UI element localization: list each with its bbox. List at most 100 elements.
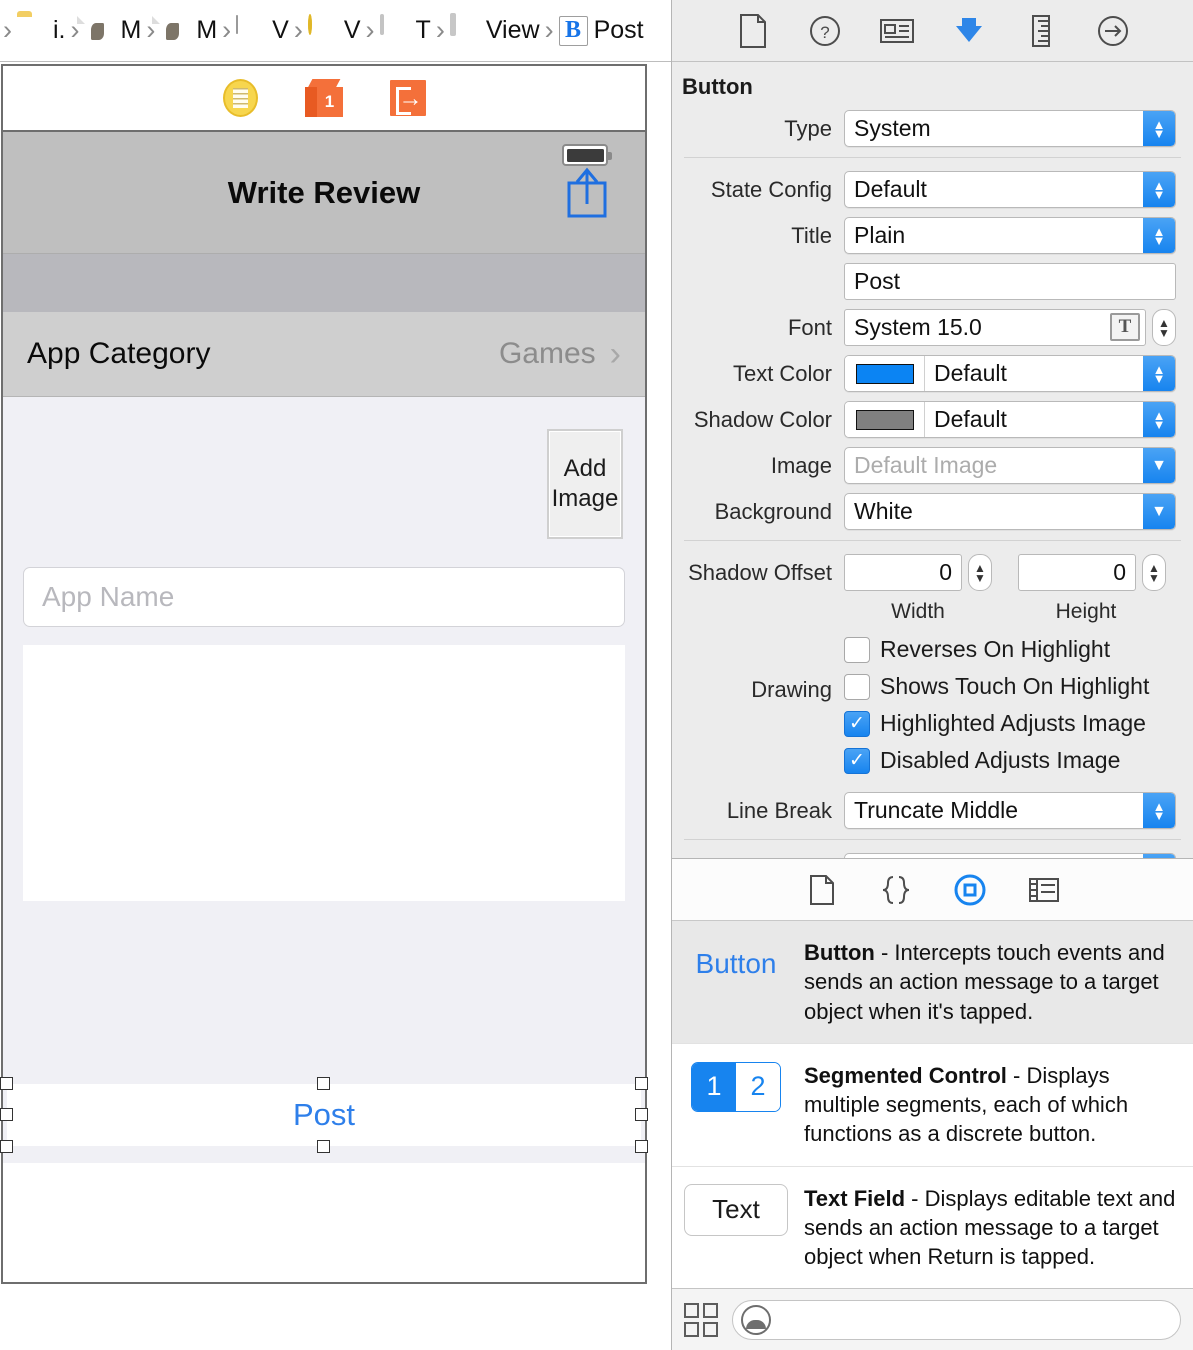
attributes-inspector: Button Type System ▲ ▼ State Config Defau… [672,62,1193,858]
resize-handle-bottom-center[interactable] [317,1140,330,1153]
image-combo[interactable]: Default Image ▼ [844,447,1176,484]
title-style-label: Title [791,222,832,248]
background-combo[interactable]: White ▼ [844,493,1176,530]
highlighted-adjusts-image-checkbox-row[interactable]: ✓ Highlighted Adjusts Image [844,710,1146,737]
library-footer [672,1288,1193,1350]
font-input[interactable]: System 15.0 T [844,309,1146,346]
navigation-bar[interactable]: Write Review [3,132,645,254]
object-library-tab[interactable] [950,870,990,910]
exit-dock-icon[interactable] [389,80,426,116]
font-label: Font [787,314,832,340]
breadcrumb-item-group-1[interactable]: M [83,0,144,61]
resize-handle-bottom-right[interactable] [635,1140,648,1153]
resize-handle-middle-right[interactable] [635,1108,648,1121]
editor-pane: › i. › M › M › V › V › T › View › B Post… [0,0,671,1350]
checkbox-checked-icon[interactable]: ✓ [844,710,870,737]
drawing-row-1: Reverses On Highlight [672,636,1193,669]
type-popup[interactable]: System ▲ ▼ [844,110,1176,147]
object-library-list[interactable]: Button Button - Intercepts touch events … [672,921,1193,1288]
breadcrumb-item-view-controller[interactable]: V [306,0,363,61]
breadcrumb-item-table-view[interactable]: T [378,0,433,61]
library-item-name: Segmented Control [804,1062,1007,1088]
color-swatch [855,409,914,430]
background-label: Background [714,498,832,524]
checkbox-checked-icon[interactable]: ✓ [844,747,870,774]
resize-handle-top-right[interactable] [635,1077,648,1090]
breadcrumb-item-group-2[interactable]: M [158,0,219,61]
view-controller-icon [307,13,338,46]
storyboard-canvas[interactable]: 1 Write Review App Category Game [0,64,648,1284]
title-text-input[interactable]: Post [844,263,1176,300]
type-value: System [854,115,931,141]
line-break-popup[interactable]: Truncate Middle ▲ ▼ [844,792,1176,829]
color-swatch [855,363,914,384]
code-snippet-library-tab[interactable] [876,870,916,910]
grid-view-icon[interactable] [684,1302,718,1337]
media-library-tab[interactable] [1024,870,1064,910]
chevron-updown-icon: ▲▼ [1143,356,1175,391]
library-item-text-field[interactable]: Text Text Field - Displays editable text… [672,1167,1193,1289]
breadcrumb-item-project[interactable]: i. [15,0,68,61]
type-label: Type [784,115,832,141]
app-name-input[interactable]: App Name [23,567,625,627]
resize-handle-top-center[interactable] [317,1077,330,1090]
state-config-value: Default [854,176,927,202]
state-config-row: State Config Default ▲ ▼ [672,171,1193,208]
breadcrumb-label: Post [593,16,644,44]
shadow-color-popup[interactable]: Default ▲ ▼ [844,401,1176,438]
text-color-popup[interactable]: Default ▲ ▼ [844,355,1176,392]
text-color-label: Text Color [732,360,832,386]
image-row: Image Default Image ▼ [672,447,1193,484]
app-category-cell[interactable]: App Category Games › [3,312,645,397]
file-template-library-tab[interactable] [802,870,842,910]
size-inspector-tab[interactable] [1019,9,1063,53]
resize-handle-top-left[interactable] [0,1077,13,1090]
chevron-updown-icon: ▲▼ [1143,172,1175,207]
drawing-row-2: Drawing Shows Touch On Highlight [672,673,1193,706]
library-item-button[interactable]: Button Button - Intercepts touch events … [672,921,1193,1044]
checkbox-icon[interactable] [844,673,870,700]
shows-touch-on-highlight-checkbox-row[interactable]: Shows Touch On Highlight [844,673,1149,700]
shadow-offset-width-stepper[interactable]: ▲ ▼ [968,554,992,591]
breadcrumb-item-button[interactable]: B Post [557,0,646,61]
xcode-window: › i. › M › M › V › V › T › View › B Post… [0,0,1193,1350]
connections-inspector-tab[interactable] [1091,9,1135,53]
state-config-popup[interactable]: Default ▲ ▼ [844,171,1176,208]
divider [684,540,1181,541]
review-text-view[interactable] [23,645,625,901]
edge-popup[interactable]: Content ▲▼ [844,853,1176,858]
reverses-on-highlight-checkbox-row[interactable]: Reverses On Highlight [844,636,1110,663]
text-color-swatch-well[interactable] [845,356,925,391]
share-icon[interactable] [564,167,610,219]
add-image-button[interactable]: Add Image [547,429,623,539]
identity-inspector-tab[interactable] [875,9,919,53]
disabled-adjusts-image-checkbox-row[interactable]: ✓ Disabled Adjusts Image [844,747,1120,774]
library-item-segmented-control[interactable]: 1 2 Segmented Control - Displays multipl… [672,1044,1193,1167]
font-picker-icon[interactable]: T [1110,313,1140,341]
resize-handle-bottom-left[interactable] [0,1140,13,1153]
attributes-inspector-tab[interactable] [947,9,991,53]
shadow-offset-width-input[interactable]: 0 [844,554,962,591]
font-size-stepper[interactable]: ▲ ▼ [1152,309,1176,346]
title-style-popup[interactable]: Plain ▲ ▼ [844,217,1176,254]
shadow-color-swatch-well[interactable] [845,402,925,437]
view-controller-dock-icon[interactable] [222,79,258,117]
library-search-input[interactable] [732,1299,1181,1340]
inspector-tab-bar: ? [672,0,1193,62]
segment-1-label: 1 [692,1062,736,1111]
shadow-offset-height-input[interactable]: 0 [1018,554,1136,591]
first-responder-dock-icon[interactable]: 1 [304,79,343,117]
breadcrumb-item-storyboard[interactable]: V [234,0,291,61]
quick-help-inspector-tab[interactable]: ? [803,9,847,53]
file-inspector-tab[interactable] [731,9,775,53]
folder-icon [17,16,47,46]
shadow-offset-height-stepper[interactable]: ▲ ▼ [1142,554,1166,591]
checkbox-icon[interactable] [844,636,870,663]
line-break-label: Line Break [726,797,832,823]
breadcrumb-item-view[interactable]: View [448,0,542,61]
resize-handle-middle-left[interactable] [0,1108,13,1121]
shadow-color-row: Shadow Color Default ▲ ▼ [672,401,1193,438]
chevron-right-icon: › [544,15,554,45]
divider [684,839,1181,840]
breadcrumb-label: i. [53,16,66,44]
